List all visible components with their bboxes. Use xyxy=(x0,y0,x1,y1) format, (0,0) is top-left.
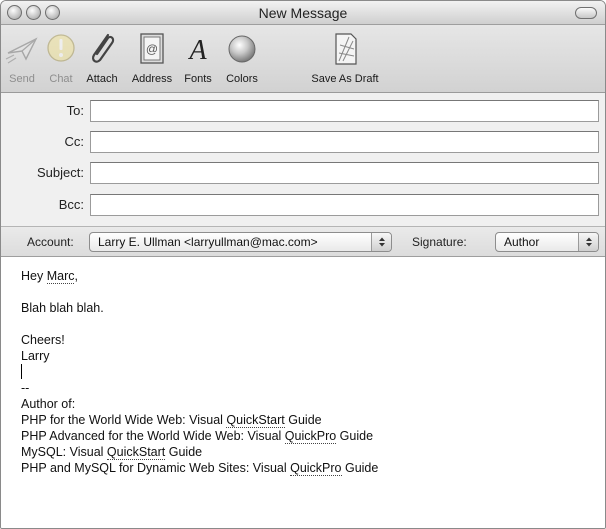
address-label: Address xyxy=(131,73,173,85)
message-body[interactable]: Hey Marc, Blah blah blah. Cheers! Larry … xyxy=(1,258,605,528)
misspelled-word: QuickStart xyxy=(106,445,166,460)
new-message-window: New Message Send Chat Attach @ Address A… xyxy=(0,0,606,529)
window-title: New Message xyxy=(258,5,348,21)
signature-book-line: PHP Advanced for the World Wide Web: Vis… xyxy=(21,428,605,444)
svg-text:@: @ xyxy=(146,42,158,56)
book-title-suffix: Guide xyxy=(165,445,203,459)
text-cursor xyxy=(21,364,22,379)
signature-separator: -- xyxy=(21,381,30,395)
signature-select-arrows-icon xyxy=(578,233,598,251)
subject-row: Subject: xyxy=(1,162,605,184)
book-title-text: MySQL: Visual xyxy=(21,445,107,459)
colors-button[interactable]: Colors xyxy=(224,25,260,93)
misspelled-word: QuickPro xyxy=(290,461,342,476)
cc-row: Cc: xyxy=(1,131,605,153)
greeting-line: Hey Marc, xyxy=(21,268,605,284)
save-as-draft-button[interactable]: Save As Draft xyxy=(305,25,385,93)
send-button[interactable]: Send xyxy=(5,25,38,93)
address-button[interactable]: @ Address xyxy=(130,25,174,93)
cc-field[interactable] xyxy=(90,131,599,153)
color-wheel-icon xyxy=(228,35,256,63)
fonts-button[interactable]: A Fonts xyxy=(183,25,213,93)
signature-book-line: MySQL: Visual QuickStart Guide xyxy=(21,444,605,460)
subject-field[interactable] xyxy=(90,162,599,184)
to-row: To: xyxy=(1,100,605,122)
sender-name-line: Larry xyxy=(21,349,50,363)
account-bar: Account: Larry E. Ullman <larryullman@ma… xyxy=(1,227,605,257)
title-bar: New Message xyxy=(1,1,605,25)
save-draft-icon xyxy=(335,33,357,65)
cc-label: Cc: xyxy=(64,134,85,149)
chat-icon xyxy=(47,34,75,62)
signature-select[interactable]: Author xyxy=(495,232,599,252)
header-fields: To: Cc: Subject: Bcc: xyxy=(1,93,605,227)
fonts-label: Fonts xyxy=(184,73,212,85)
send-label: Send xyxy=(9,73,35,85)
body-line: Blah blah blah. xyxy=(21,301,104,315)
book-title-text: PHP and MySQL for Dynamic Web Sites: Vis… xyxy=(21,461,291,475)
send-icon xyxy=(5,37,38,64)
signature-value: Author xyxy=(504,235,540,249)
signature-label: Signature: xyxy=(412,235,467,249)
colors-label: Colors xyxy=(226,73,258,85)
misspelled-word: QuickPro xyxy=(284,429,337,444)
toolbar-toggle-button[interactable] xyxy=(575,7,597,19)
greeting-suffix: , xyxy=(74,269,78,283)
toolbar: Send Chat Attach @ Address A Fonts Color… xyxy=(1,25,605,93)
cursor-line xyxy=(21,364,605,380)
attach-label: Attach xyxy=(86,73,118,85)
address-book-icon: @ xyxy=(140,33,164,64)
misspelled-word: QuickStart xyxy=(226,413,285,428)
to-label: To: xyxy=(66,103,84,118)
bcc-label: Bcc: xyxy=(58,197,84,212)
signature-book-line: PHP and MySQL for Dynamic Web Sites: Vis… xyxy=(21,460,605,476)
chat-label: Chat xyxy=(49,73,73,85)
book-title-suffix: Guide xyxy=(341,461,379,475)
subject-label: Subject: xyxy=(37,165,84,180)
account-select[interactable]: Larry E. Ullman <larryullman@mac.com> xyxy=(89,232,392,252)
book-title-suffix: Guide xyxy=(336,429,374,443)
chat-button[interactable]: Chat xyxy=(46,25,76,93)
greeting-name: Marc xyxy=(46,269,75,284)
book-title-suffix: Guide xyxy=(284,413,322,427)
signature-book-line: PHP for the World Wide Web: Visual Quick… xyxy=(21,412,605,428)
book-title-text: PHP for the World Wide Web: Visual xyxy=(21,413,227,427)
save-as-draft-label: Save As Draft xyxy=(311,73,379,85)
to-field[interactable] xyxy=(90,100,599,122)
greeting-prefix: Hey xyxy=(21,269,47,283)
account-label: Account: xyxy=(27,235,74,249)
bcc-row: Bcc: xyxy=(1,194,605,216)
account-select-arrows-icon xyxy=(371,233,391,251)
paperclip-icon xyxy=(92,33,115,63)
signature-heading: Author of: xyxy=(21,397,76,411)
fonts-icon: A xyxy=(187,35,207,66)
account-value: Larry E. Ullman <larryullman@mac.com> xyxy=(98,235,318,249)
attach-button[interactable]: Attach xyxy=(85,25,119,93)
book-title-text: PHP Advanced for the World Wide Web: Vis… xyxy=(21,429,285,443)
bcc-field[interactable] xyxy=(90,194,599,216)
svg-text:A: A xyxy=(187,35,207,66)
closing-line: Cheers! xyxy=(21,333,65,347)
